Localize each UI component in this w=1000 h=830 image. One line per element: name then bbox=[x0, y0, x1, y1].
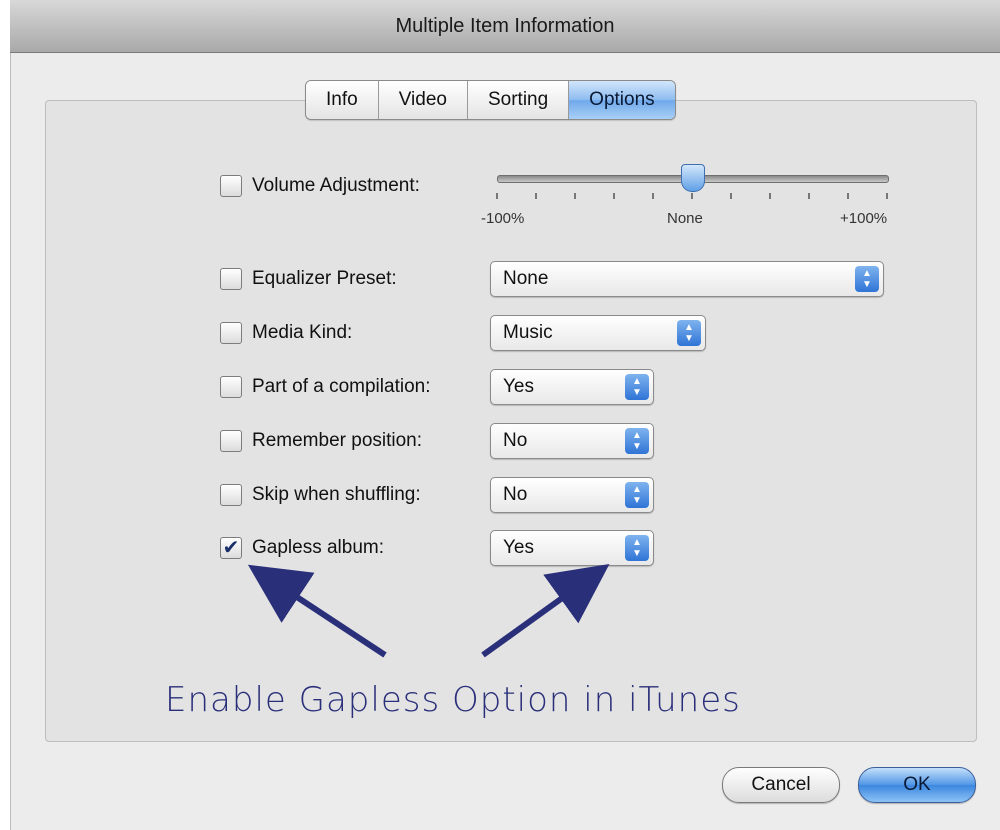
tab-video[interactable]: Video bbox=[378, 81, 468, 119]
equalizer-popup[interactable]: None ▲ ▼ bbox=[490, 261, 884, 297]
volume-max-label: +100% bbox=[840, 210, 888, 227]
media-kind-label: Media Kind: bbox=[252, 322, 353, 343]
updown-arrows-icon: ▲ ▼ bbox=[855, 266, 879, 292]
skip-popup[interactable]: No ▲ ▼ bbox=[490, 477, 654, 513]
updown-arrows-icon: ▲ ▼ bbox=[677, 320, 701, 346]
volume-tick bbox=[613, 193, 615, 199]
cancel-button[interactable]: Cancel bbox=[722, 767, 840, 803]
volume-slider-thumb[interactable] bbox=[681, 164, 705, 192]
remember-row: Remember position: bbox=[220, 430, 422, 452]
remember-label: Remember position: bbox=[252, 430, 423, 451]
equalizer-checkbox[interactable] bbox=[220, 268, 242, 290]
updown-arrows-icon: ▲ ▼ bbox=[625, 374, 649, 400]
gapless-row: ✔ Gapless album: bbox=[220, 537, 384, 559]
updown-arrows-icon: ▲ ▼ bbox=[625, 482, 649, 508]
volume-tick bbox=[652, 193, 654, 199]
volume-min-label: -100% bbox=[481, 210, 525, 227]
volume-tick bbox=[496, 193, 498, 199]
volume-tick bbox=[691, 193, 693, 199]
media-kind-value: Music bbox=[503, 322, 553, 343]
gapless-label: Gapless album: bbox=[252, 537, 385, 558]
volume-tick bbox=[769, 193, 771, 199]
skip-row: Skip when shuffling: bbox=[220, 484, 421, 506]
window-edge bbox=[0, 0, 11, 830]
equalizer-row: Equalizer Preset: bbox=[220, 268, 397, 290]
volume-tick bbox=[730, 193, 732, 199]
skip-value: No bbox=[503, 484, 528, 505]
volume-mid-label: None bbox=[667, 210, 703, 227]
remember-popup[interactable]: No ▲ ▼ bbox=[490, 423, 654, 459]
updown-arrows-icon: ▲ ▼ bbox=[625, 428, 649, 454]
skip-label: Skip when shuffling: bbox=[252, 484, 421, 505]
annotation-caption: Enable Gapless Option in iTunes bbox=[165, 680, 741, 720]
volume-tick bbox=[886, 193, 888, 199]
tab-bar: Info Video Sorting Options bbox=[305, 80, 676, 120]
updown-arrows-icon: ▲ ▼ bbox=[625, 535, 649, 561]
volume-label: Volume Adjustment: bbox=[252, 175, 420, 196]
ok-button[interactable]: OK bbox=[858, 767, 976, 803]
gapless-value: Yes bbox=[503, 537, 534, 558]
volume-row: Volume Adjustment: bbox=[220, 175, 420, 197]
equalizer-label: Equalizer Preset: bbox=[252, 268, 397, 289]
remember-value: No bbox=[503, 430, 528, 451]
compilation-checkbox[interactable] bbox=[220, 376, 242, 398]
tab-options[interactable]: Options bbox=[569, 81, 675, 119]
tab-sorting[interactable]: Sorting bbox=[467, 81, 570, 119]
window-title: Multiple Item Information bbox=[395, 14, 615, 37]
media-kind-popup[interactable]: Music ▲ ▼ bbox=[490, 315, 706, 351]
options-panel bbox=[45, 100, 977, 742]
volume-checkbox[interactable] bbox=[220, 175, 242, 197]
volume-tick bbox=[535, 193, 537, 199]
volume-tick bbox=[574, 193, 576, 199]
gapless-checkbox[interactable]: ✔ bbox=[220, 537, 242, 559]
volume-tick bbox=[808, 193, 810, 199]
compilation-popup[interactable]: Yes ▲ ▼ bbox=[490, 369, 654, 405]
compilation-value: Yes bbox=[503, 376, 534, 397]
window-titlebar: Multiple Item Information bbox=[10, 0, 1000, 53]
skip-checkbox[interactable] bbox=[220, 484, 242, 506]
compilation-label: Part of a compilation: bbox=[252, 376, 431, 397]
remember-checkbox[interactable] bbox=[220, 430, 242, 452]
media-kind-row: Media Kind: bbox=[220, 322, 352, 344]
media-kind-checkbox[interactable] bbox=[220, 322, 242, 344]
checkmark-icon: ✔ bbox=[222, 537, 240, 559]
tab-info[interactable]: Info bbox=[306, 81, 379, 119]
gapless-popup[interactable]: Yes ▲ ▼ bbox=[490, 530, 654, 566]
volume-tick bbox=[847, 193, 849, 199]
equalizer-value: None bbox=[503, 268, 549, 289]
compilation-row: Part of a compilation: bbox=[220, 376, 430, 398]
